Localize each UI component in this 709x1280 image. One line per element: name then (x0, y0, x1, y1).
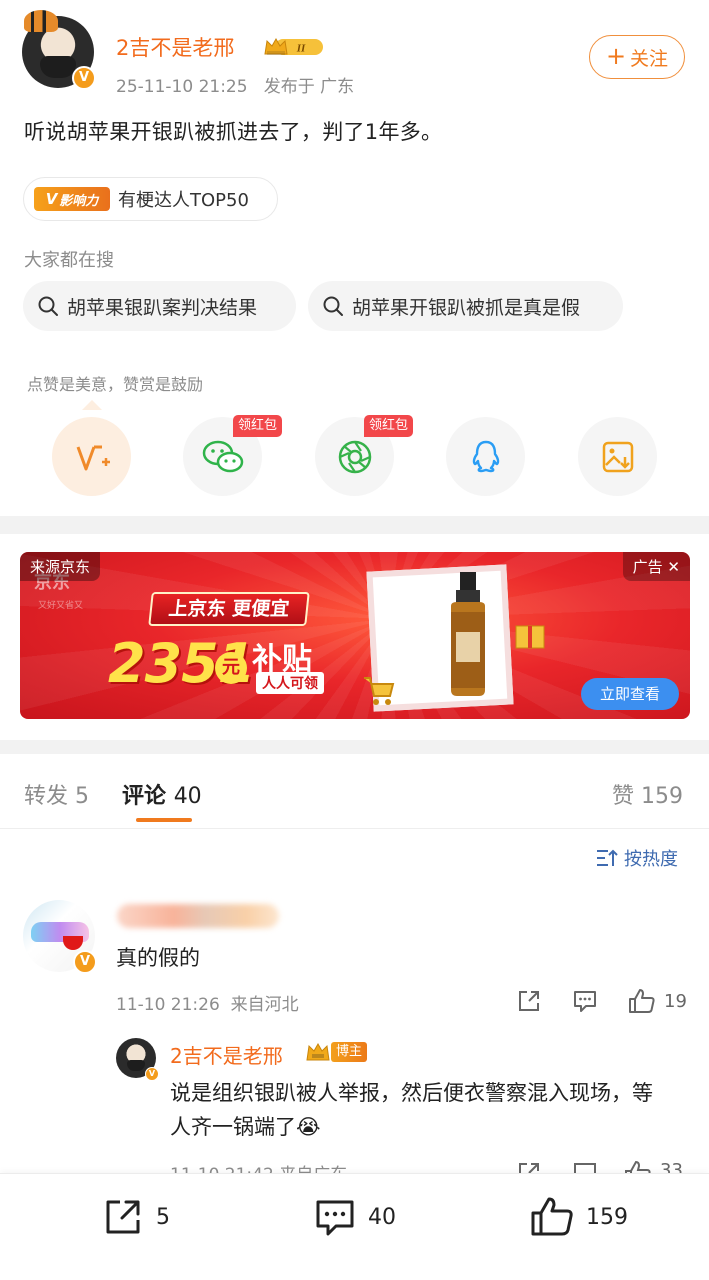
comment-meta: 11-10 21:26 来自河北 (116, 995, 299, 1015)
reply-text: 说是组织银趴被人举报，然后便衣警察混入现场，等人齐一锅端了😭 (170, 1081, 653, 1139)
influence-badge: V 影响力 (34, 187, 110, 211)
plus-icon: + (605, 42, 627, 70)
ad-headline: 上京东 更便宜 (148, 592, 310, 626)
search-icon (323, 296, 343, 316)
close-icon[interactable]: ✕ (667, 558, 680, 576)
section-divider (0, 740, 709, 754)
like-count: 159 (586, 1204, 628, 1230)
post-location: 发布于 广东 (263, 77, 355, 97)
reward-hint: 点赞是美意，赞赏是鼓励 (27, 375, 204, 394)
share-icon[interactable] (516, 1160, 542, 1174)
redpack-badge-wechat: 领红包 (233, 415, 283, 437)
wechat-icon (202, 440, 243, 472)
ad-currency: 元 (215, 652, 247, 684)
v-reward-icon (76, 445, 110, 470)
post-content: 听说胡苹果开银趴被抓进去了，判了1年多。 (24, 120, 443, 144)
author-name[interactable]: 2吉不是老邢 (116, 32, 234, 62)
v-icon: V (45, 190, 58, 208)
comment-icon[interactable] (572, 1160, 598, 1174)
serum-bottle-image (451, 572, 485, 696)
comment-text: 真的假的 (116, 946, 200, 970)
commenter-avatar[interactable]: V (23, 900, 97, 974)
author-avatar[interactable]: V (22, 10, 96, 90)
gift-box-icon (515, 625, 545, 649)
reply-author-avatar[interactable]: V (116, 1038, 159, 1081)
verified-icon: V (72, 66, 96, 90)
mouth-decoration (63, 936, 83, 950)
reward-button[interactable] (52, 417, 131, 496)
sort-button[interactable]: 按热度 (596, 845, 678, 871)
bottom-comment-button[interactable]: 40 (314, 1196, 396, 1238)
comment-icon (316, 1200, 354, 1236)
reply-meta-row: 11-10 21:42 来自广东 33 (0, 1160, 709, 1174)
vip-level: II (296, 43, 306, 55)
comment-icon (574, 991, 596, 1012)
tab-indicator (136, 818, 192, 822)
influence-text: 有梗达人TOP50 (118, 190, 249, 211)
comment-like-button[interactable]: 19 (628, 988, 687, 1014)
qq-icon (472, 440, 499, 472)
host-badge: 博主 (331, 1042, 368, 1062)
ad-everyone: 人人可领 (256, 672, 324, 694)
save-image-icon (602, 441, 633, 472)
mask-decoration (127, 1060, 145, 1071)
verified-icon: V (73, 950, 97, 974)
share-icon (519, 991, 539, 1011)
ad-cta-button[interactable]: 立即查看 (581, 678, 679, 710)
bottom-like-button[interactable]: 159 (530, 1196, 628, 1238)
tab-repost[interactable]: 转发 5 (24, 778, 89, 810)
ad-banner[interactable]: 京东 又好又省又 来源京东 广告 ✕ 上京东 更便宜 2351 元 补贴 人人可… (20, 552, 690, 719)
thumbs-up-icon (629, 989, 655, 1013)
moments-icon (338, 440, 371, 473)
vip-crown-icon: II (264, 37, 323, 55)
influence-tag[interactable]: V 影响力 有梗达人TOP50 (23, 177, 278, 221)
comment-count: 40 (368, 1204, 396, 1230)
thumbs-up-icon[interactable] (624, 1160, 652, 1174)
vip-crown-icon (306, 1042, 330, 1061)
tab-likes[interactable]: 赞 159 (612, 778, 683, 810)
reply-like-count: 33 (660, 1160, 683, 1174)
search-chip-2[interactable]: 胡苹果开银趴被抓是真是假 (308, 281, 623, 331)
section-divider (0, 516, 709, 534)
sort-icon (597, 849, 618, 866)
tab-comments[interactable]: 评论 40 (122, 778, 202, 810)
pointer-arrow-icon (82, 400, 102, 410)
share-icon (106, 1200, 140, 1234)
comment-share-button[interactable] (516, 988, 542, 1014)
tiger-hat-decoration (24, 10, 58, 32)
thumbs-up-icon (531, 1197, 573, 1236)
mask-decoration (40, 56, 76, 78)
ad-source: 来源京东 (20, 552, 101, 581)
search-chip-1[interactable]: 胡苹果银趴案判决结果 (23, 281, 296, 331)
search-icon (38, 296, 58, 316)
follow-label: 关注 (630, 47, 669, 70)
share-qq-button[interactable] (446, 417, 525, 496)
reply-meta: 11-10 21:42 来自广东 (170, 1160, 347, 1174)
search-section-title: 大家都在搜 (24, 250, 114, 271)
post-time: 25-11-10 21:25 (116, 77, 248, 97)
redpack-badge-moments: 领红包 (364, 415, 414, 437)
comment-like-count: 19 (664, 990, 687, 1012)
follow-button[interactable]: + 关注 (589, 35, 685, 79)
save-image-button[interactable] (578, 417, 657, 496)
post-meta: 25-11-10 21:25 发布于 广东 (116, 72, 354, 97)
comment-reply-button[interactable] (572, 988, 598, 1014)
shopping-cart-icon (364, 677, 395, 705)
verified-icon: V (145, 1067, 159, 1081)
commenter-name-blurred[interactable] (117, 904, 279, 928)
repost-count: 5 (156, 1204, 170, 1230)
bottom-repost-button[interactable]: 5 (102, 1196, 170, 1238)
reply-author-name[interactable]: 2吉不是老邢 (170, 1040, 283, 1069)
divider (0, 828, 709, 829)
ad-tag[interactable]: 广告 ✕ (622, 552, 690, 581)
jd-logo-sub: 又好又省又 (38, 601, 84, 611)
